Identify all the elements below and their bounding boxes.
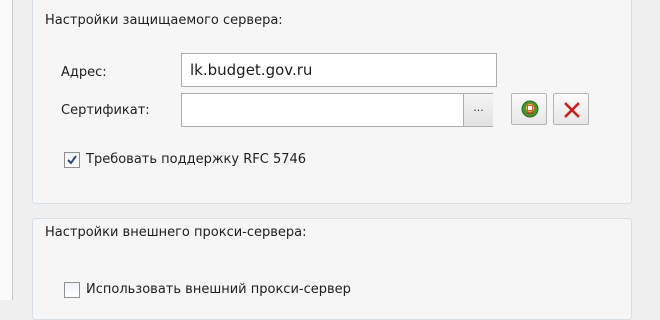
clear-certificate-button[interactable] (553, 93, 589, 125)
certificate-label: Сертификат: (61, 103, 150, 118)
server-settings-title: Настройки защищаемого сервера: (45, 13, 283, 28)
window-left-edge (0, 0, 13, 300)
proxy-settings-title: Настройки внешнего прокси-сервера: (45, 225, 307, 240)
rfc5746-checkbox[interactable] (64, 152, 80, 168)
certificate-icon (521, 100, 539, 122)
use-proxy-checkbox[interactable] (64, 282, 80, 298)
settings-window: Настройки защищаемого сервера: Адрес: lk… (0, 0, 660, 320)
red-x-icon (563, 101, 581, 123)
certificate-input[interactable] (181, 93, 493, 127)
address-input[interactable]: lk.budget.gov.ru (181, 53, 497, 87)
address-label: Адрес: (61, 65, 107, 80)
checkmark-icon (66, 154, 78, 170)
browse-button[interactable]: ... (463, 94, 493, 126)
server-settings-group: Настройки защищаемого сервера: Адрес: lk… (32, 0, 632, 204)
select-certificate-button[interactable] (511, 93, 547, 125)
rfc5746-label[interactable]: Требовать поддержку RFC 5746 (86, 152, 306, 167)
use-proxy-label[interactable]: Использовать внешний прокси-сервер (86, 282, 351, 297)
proxy-settings-group: Настройки внешнего прокси-сервера: Испол… (32, 218, 632, 320)
